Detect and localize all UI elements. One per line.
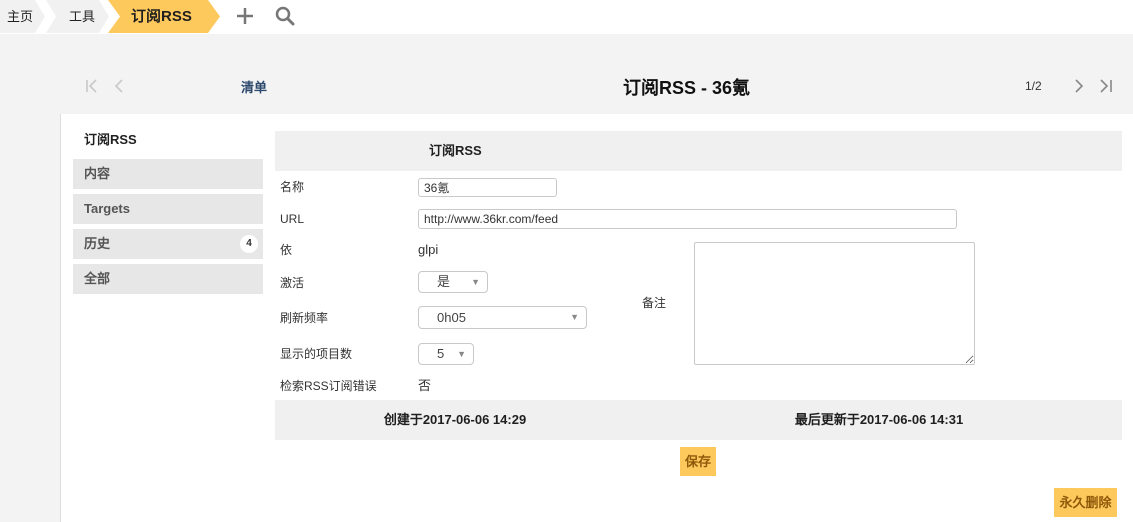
tab-content[interactable]: 内容 [73, 159, 263, 189]
chevron-down-icon: ▼ [570, 312, 579, 322]
top-bar: 主页 工具 订阅RSS [0, 0, 1133, 34]
fetch-errors-label: 检索RSS订阅错误 [280, 379, 377, 393]
active-select-value: 是 [437, 274, 451, 289]
tab-targets[interactable]: Targets [73, 194, 263, 224]
chevron-down-icon: ▼ [457, 349, 466, 359]
tab-all[interactable]: 全部 [73, 264, 263, 294]
refresh-rate-value: 0h05 [437, 310, 466, 325]
updated-date: 最后更新于2017-06-06 14:31 [794, 412, 964, 427]
next-icon[interactable] [1072, 79, 1086, 93]
breadcrumb-tools[interactable]: 工具 [46, 0, 109, 33]
active-select[interactable]: 是 ▼ [418, 271, 488, 293]
form-header: 订阅RSS [275, 131, 1122, 171]
max-items-value: 5 [437, 346, 445, 361]
created-date: 创建于2017-06-06 14:29 [383, 412, 527, 427]
active-label: 激活 [280, 276, 305, 290]
purge-button[interactable]: 永久删除 [1054, 488, 1117, 517]
url-input[interactable] [418, 209, 957, 229]
save-button[interactable]: 保存 [680, 447, 716, 476]
previous-icon[interactable] [113, 79, 127, 93]
name-input[interactable] [418, 178, 557, 197]
list-link[interactable]: 清单 [241, 77, 267, 96]
url-label: URL [280, 212, 305, 226]
page-title: 订阅RSS - 36氪 [622, 78, 751, 98]
by-value: glpi [418, 242, 439, 257]
max-items-label: 显示的项目数 [280, 347, 353, 361]
name-label: 名称 [280, 180, 305, 194]
plus-icon[interactable] [236, 7, 254, 25]
history-count-badge: 4 [240, 235, 258, 253]
timestamps-row: 创建于2017-06-06 14:29 最后更新于2017-06-06 14:3… [275, 400, 1122, 440]
comment-label: 备注 [642, 296, 667, 310]
pager-count: 1/2 [1025, 79, 1042, 93]
tab-history-label: 历史 [84, 236, 111, 251]
tab-history[interactable]: 历史 4 [73, 229, 263, 259]
first-page-icon[interactable] [85, 79, 99, 93]
last-page-icon[interactable] [1099, 79, 1113, 93]
form-header-title: 订阅RSS [429, 143, 482, 158]
breadcrumb-home[interactable]: 主页 [0, 0, 45, 33]
comment-textarea[interactable] [694, 242, 975, 365]
max-items-select[interactable]: 5 ▼ [418, 343, 474, 365]
breadcrumb-current[interactable]: 订阅RSS [108, 0, 220, 33]
refresh-rate-label: 刷新频率 [280, 311, 329, 325]
chevron-down-icon: ▼ [471, 277, 480, 287]
search-icon[interactable] [275, 6, 295, 26]
fetch-errors-value: 否 [418, 378, 432, 393]
tab-rss-feed[interactable]: 订阅RSS [73, 129, 263, 150]
refresh-rate-select[interactable]: 0h05 ▼ [418, 306, 587, 329]
by-label: 依 [280, 243, 293, 257]
